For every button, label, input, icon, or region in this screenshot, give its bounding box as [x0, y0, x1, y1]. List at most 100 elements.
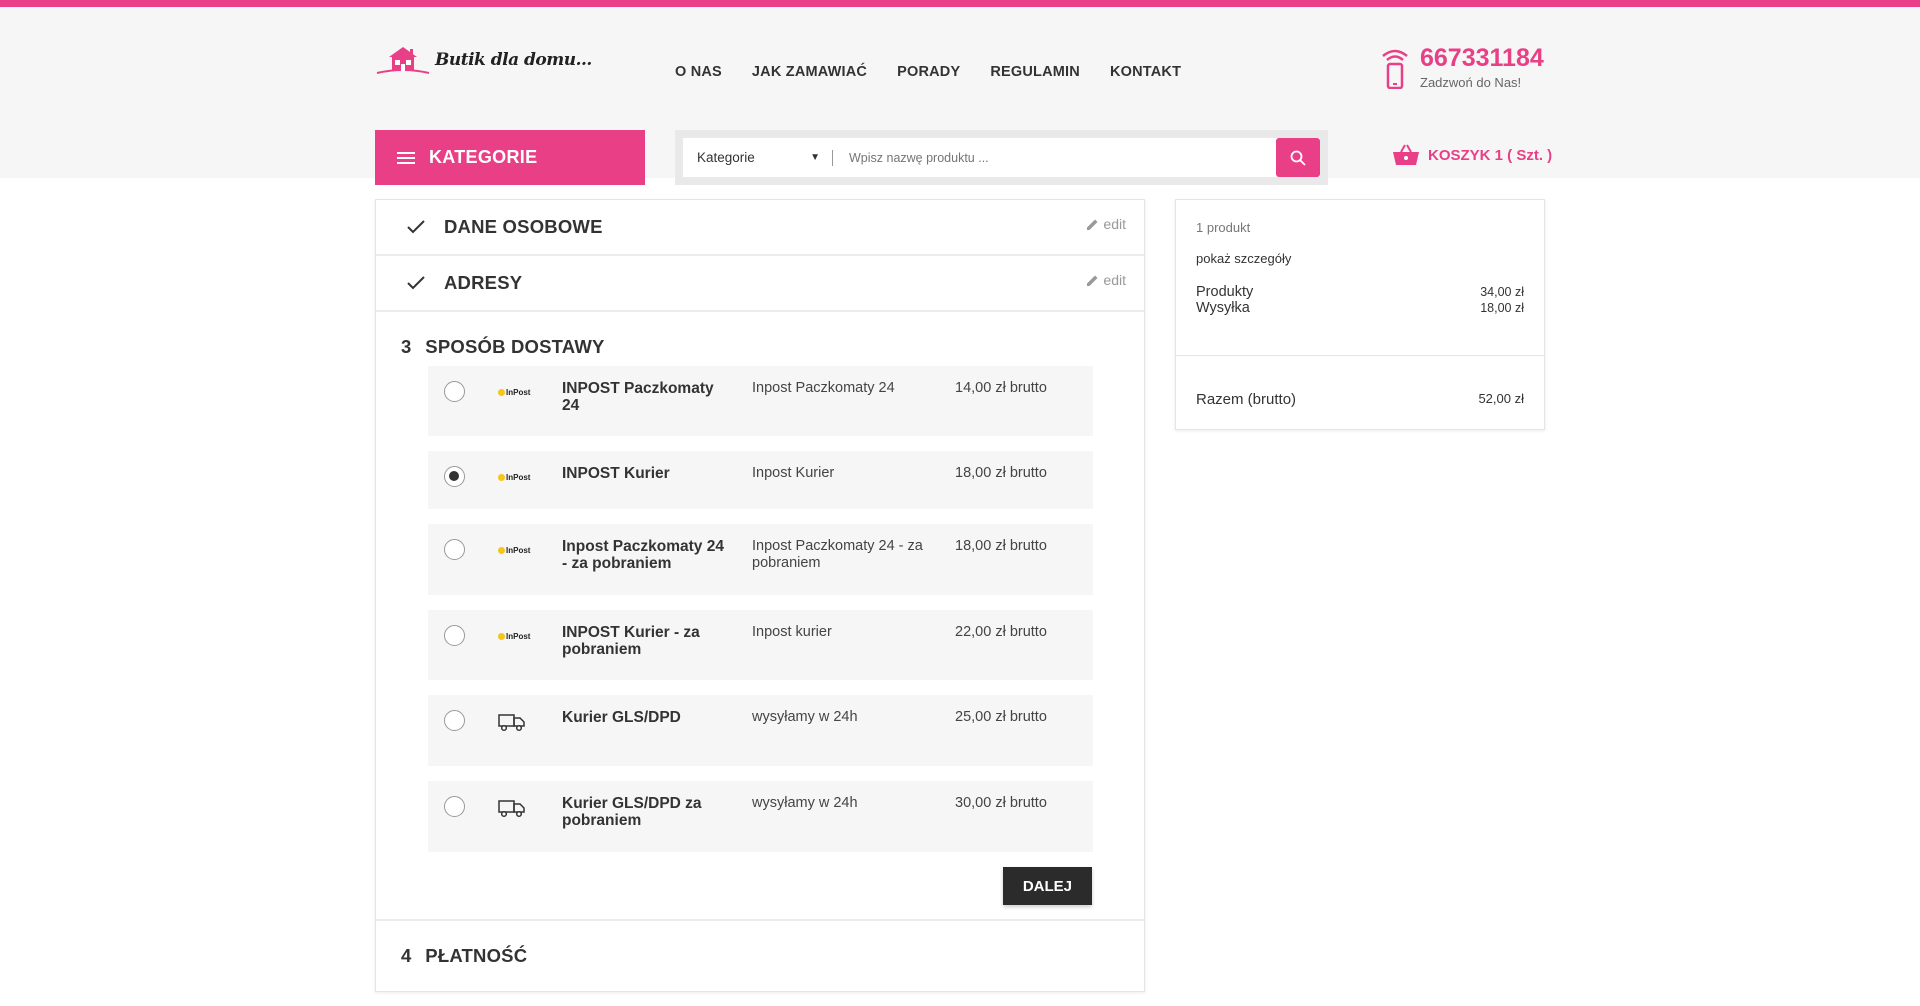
step-personal-data[interactable]: DANE OSOBOWE edit: [376, 200, 1144, 256]
categories-button[interactable]: KATEGORIE: [375, 130, 645, 185]
site-header: Butik dla domu... O NAS JAK ZAMAWIAĆ POR…: [0, 7, 1920, 185]
search-button[interactable]: [1276, 138, 1320, 177]
carrier-option[interactable]: InPost INPOST Paczkomaty 24 Inpost Paczk…: [428, 366, 1093, 436]
step-personal-data-title: DANE OSOBOWE: [444, 216, 603, 237]
main-nav: O NAS JAK ZAMAWIAĆ PORADY REGULAMIN KONT…: [675, 64, 1181, 80]
inpost-logo-text: InPost: [506, 545, 531, 555]
carrier-description: Inpost Paczkomaty 24: [752, 380, 895, 396]
summary-products-value: 34,00 zł: [1480, 285, 1524, 299]
carrier-price: 14,00 zł brutto: [955, 380, 1047, 396]
house-logo-icon: [376, 47, 430, 74]
truck-icon: [498, 714, 525, 732]
step-delivery-number: 3: [401, 336, 412, 357]
carrier-name: Kurier GLS/DPD za pobraniem: [562, 795, 702, 829]
carrier-radio[interactable]: [444, 710, 465, 731]
top-accent-bar: [0, 0, 1920, 7]
carrier-name: Inpost Paczkomaty 24 - za pobraniem: [562, 538, 724, 572]
phone-icon: [1382, 49, 1408, 89]
step-payment-number: 4: [401, 945, 412, 966]
search-category-select[interactable]: Kategorie ▼: [683, 149, 833, 166]
carrier-logo: InPost: [498, 381, 542, 403]
summary-total-value: 52,00 zł: [1478, 391, 1524, 406]
carrier-logo: InPost: [498, 466, 542, 488]
dropdown-arrow-icon: ▼: [810, 152, 820, 163]
carrier-price: 25,00 zł brutto: [955, 709, 1047, 725]
edit-addresses[interactable]: edit: [1086, 272, 1126, 288]
carrier-description: Inpost Paczkomaty 24 - za pobraniem: [752, 538, 923, 571]
carrier-description: wysyłamy w 24h: [752, 795, 858, 811]
inpost-logo-text: InPost: [506, 631, 531, 641]
carrier-option[interactable]: InPost INPOST Kurier Inpost Kurier 18,00…: [428, 451, 1093, 509]
carrier-description: wysyłamy w 24h: [752, 709, 858, 725]
carrier-option[interactable]: Kurier GLS/DPD wysyłamy w 24h 25,00 zł b…: [428, 695, 1093, 766]
step-addresses[interactable]: ADRESY edit: [376, 256, 1144, 312]
search-icon: [1290, 150, 1306, 166]
pencil-icon: [1087, 275, 1098, 286]
carrier-radio[interactable]: [444, 539, 465, 560]
search-input[interactable]: [833, 138, 1276, 177]
nav-jak-zamawiac[interactable]: JAK ZAMAWIAĆ: [752, 64, 867, 80]
show-details-link[interactable]: pokaż szczegóły: [1196, 251, 1524, 266]
hamburger-icon: [397, 151, 415, 164]
nav-porady[interactable]: PORADY: [897, 64, 960, 80]
step-delivery-title: SPOSÓB DOSTAWY: [425, 336, 605, 357]
carrier-price: 18,00 zł brutto: [955, 538, 1047, 554]
summary-product-count: 1 produkt: [1196, 220, 1251, 235]
categories-button-label: KATEGORIE: [429, 147, 538, 167]
phone-number[interactable]: 667331184: [1420, 45, 1544, 71]
carrier-logo: InPost: [498, 539, 542, 561]
carrier-description: Inpost kurier: [752, 624, 832, 640]
summary-products-row: Produkty 34,00 zł: [1196, 284, 1524, 300]
carrier-price: 30,00 zł brutto: [955, 795, 1047, 811]
search-bar: Kategorie ▼: [675, 130, 1328, 185]
edit-label: edit: [1103, 272, 1126, 288]
inpost-logo-text: InPost: [506, 387, 531, 397]
carrier-radio[interactable]: [444, 625, 465, 646]
checkmark-icon: [407, 276, 425, 290]
summary-shipping-value: 18,00 zł: [1480, 301, 1524, 315]
step-payment-title: PŁATNOŚĆ: [425, 945, 528, 966]
carrier-radio[interactable]: [444, 381, 465, 402]
carrier-name: INPOST Kurier: [562, 465, 670, 482]
carrier-radio[interactable]: [444, 796, 465, 817]
site-logo[interactable]: Butik dla domu...: [375, 43, 592, 77]
step-delivery: 3 SPOSÓB DOSTAWY InPost INPOST Paczkomat…: [376, 312, 1144, 921]
carrier-option[interactable]: InPost Inpost Paczkomaty 24 - za pobrani…: [428, 524, 1093, 595]
checkout-steps: DANE OSOBOWE edit ADRESY edit 3 SPOSÓB D…: [375, 199, 1145, 992]
cart-summary: 1 produkt pokaż szczegóły Produkty 34,00…: [1175, 199, 1545, 430]
carrier-logo: [498, 710, 542, 732]
logo-text: Butik dla domu...: [435, 50, 592, 70]
step-payment[interactable]: 4 PŁATNOŚĆ: [376, 921, 1144, 991]
phone-subtitle: Zadzwoń do Nas!: [1420, 75, 1522, 90]
summary-total-label: Razem (brutto): [1196, 391, 1297, 408]
carrier-option[interactable]: Kurier GLS/DPD za pobraniem wysyłamy w 2…: [428, 781, 1093, 852]
summary-shipping-label: Wysyłka: [1196, 300, 1250, 316]
edit-personal-data[interactable]: edit: [1086, 216, 1126, 232]
phone-contact[interactable]: 667331184 Zadzwoń do Nas!: [1380, 45, 1544, 90]
carrier-radio-selected[interactable]: [444, 466, 465, 487]
checkmark-icon: [407, 220, 425, 234]
carrier-price: 22,00 zł brutto: [955, 624, 1047, 640]
next-button[interactable]: DALEJ: [1002, 867, 1092, 905]
carrier-logo: [498, 796, 542, 818]
nav-kontakt[interactable]: KONTAKT: [1110, 64, 1181, 80]
cart-label: KOSZYK 1 ( Szt. ): [1428, 146, 1553, 164]
nav-o-nas[interactable]: O NAS: [675, 64, 722, 80]
carrier-name: INPOST Kurier - za pobraniem: [562, 624, 700, 658]
truck-icon: [498, 800, 525, 818]
carrier-option[interactable]: InPost INPOST Kurier - za pobraniem Inpo…: [428, 610, 1093, 680]
edit-label: edit: [1103, 216, 1126, 232]
carrier-name: INPOST Paczkomaty 24: [562, 380, 714, 414]
pencil-icon: [1087, 219, 1098, 230]
summary-total-row: Razem (brutto) 52,00 zł: [1176, 356, 1544, 408]
search-category-value: Kategorie: [697, 150, 755, 165]
summary-products-label: Produkty: [1196, 284, 1254, 300]
carrier-price: 18,00 zł brutto: [955, 465, 1047, 481]
carrier-logo: InPost: [498, 625, 542, 647]
step-addresses-title: ADRESY: [444, 272, 523, 293]
nav-regulamin[interactable]: REGULAMIN: [990, 64, 1080, 80]
basket-icon: [1393, 144, 1419, 165]
summary-shipping-row: Wysyłka 18,00 zł: [1196, 300, 1524, 316]
carrier-name: Kurier GLS/DPD: [562, 709, 681, 726]
cart-link[interactable]: KOSZYK 1 ( Szt. ): [1392, 143, 1552, 167]
